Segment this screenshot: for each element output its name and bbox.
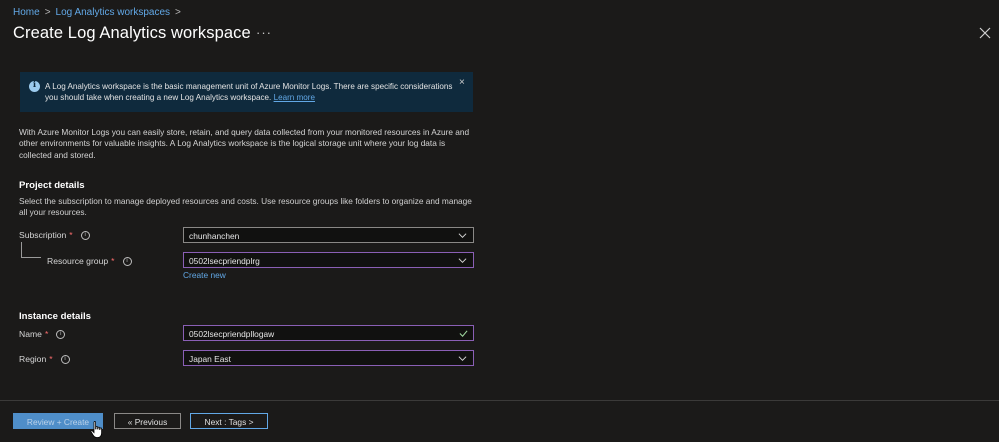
info-banner-text: A Log Analytics workspace is the basic m… xyxy=(45,82,465,103)
page-title: Create Log Analytics workspace xyxy=(13,24,251,42)
project-details-description: Select the subscription to manage deploy… xyxy=(19,196,472,217)
name-value: 0502lsecpriendpllogaw xyxy=(189,329,275,339)
name-input[interactable]: 0502lsecpriendpllogaw xyxy=(183,325,474,341)
info-circle-icon[interactable]: i xyxy=(56,329,66,339)
name-label: Name * i xyxy=(19,329,66,339)
region-value: Japan East xyxy=(189,354,231,364)
info-banner-message: A Log Analytics workspace is the basic m… xyxy=(45,82,453,102)
chevron-down-icon xyxy=(458,258,467,264)
subscription-dropdown[interactable]: chunhanchen xyxy=(183,227,474,243)
breadcrumb-separator: > xyxy=(44,7,51,18)
resource-group-label: Resource group * i xyxy=(47,256,132,266)
project-details-heading: Project details xyxy=(19,180,85,191)
learn-more-link[interactable]: Learn more xyxy=(274,93,315,102)
info-circle-icon[interactable]: i xyxy=(60,354,70,364)
breadcrumb-log-analytics-workspaces[interactable]: Log Analytics workspaces xyxy=(56,7,171,18)
region-dropdown[interactable]: Japan East xyxy=(183,350,474,366)
resource-group-value: 0502lsecpriendplrg xyxy=(189,256,260,266)
required-marker: * xyxy=(69,230,73,240)
more-options-button[interactable]: ··· xyxy=(256,25,272,40)
previous-button[interactable]: « Previous xyxy=(114,413,181,429)
banner-close-icon[interactable]: × xyxy=(459,77,465,88)
subscription-value: chunhanchen xyxy=(189,231,240,241)
instance-details-heading: Instance details xyxy=(19,311,91,322)
resource-group-dropdown[interactable]: 0502lsecpriendplrg xyxy=(183,252,474,268)
breadcrumb: Home > Log Analytics workspaces > xyxy=(13,7,181,18)
breadcrumb-separator: > xyxy=(175,7,181,18)
intro-text: With Azure Monitor Logs you can easily s… xyxy=(19,127,470,160)
info-circle-icon[interactable]: i xyxy=(122,256,132,266)
chevron-down-icon xyxy=(458,233,467,239)
info-banner: A Log Analytics workspace is the basic m… xyxy=(20,72,473,112)
checkmark-icon xyxy=(459,330,468,337)
close-icon[interactable] xyxy=(978,26,992,40)
breadcrumb-home[interactable]: Home xyxy=(13,7,40,18)
info-circle-icon[interactable]: i xyxy=(80,230,90,240)
info-icon xyxy=(29,80,40,92)
required-marker: * xyxy=(44,329,49,339)
footer-divider xyxy=(0,400,999,401)
next-tags-button[interactable]: Next : Tags > xyxy=(190,413,268,429)
tree-connector xyxy=(21,242,41,258)
hand-cursor-icon xyxy=(90,421,102,438)
chevron-down-icon xyxy=(458,356,467,362)
region-label: Region * i xyxy=(19,354,70,364)
required-marker: * xyxy=(111,256,115,266)
create-new-resource-group-link[interactable]: Create new xyxy=(183,270,226,280)
subscription-label: Subscription * i xyxy=(19,230,90,240)
required-marker: * xyxy=(49,354,53,364)
